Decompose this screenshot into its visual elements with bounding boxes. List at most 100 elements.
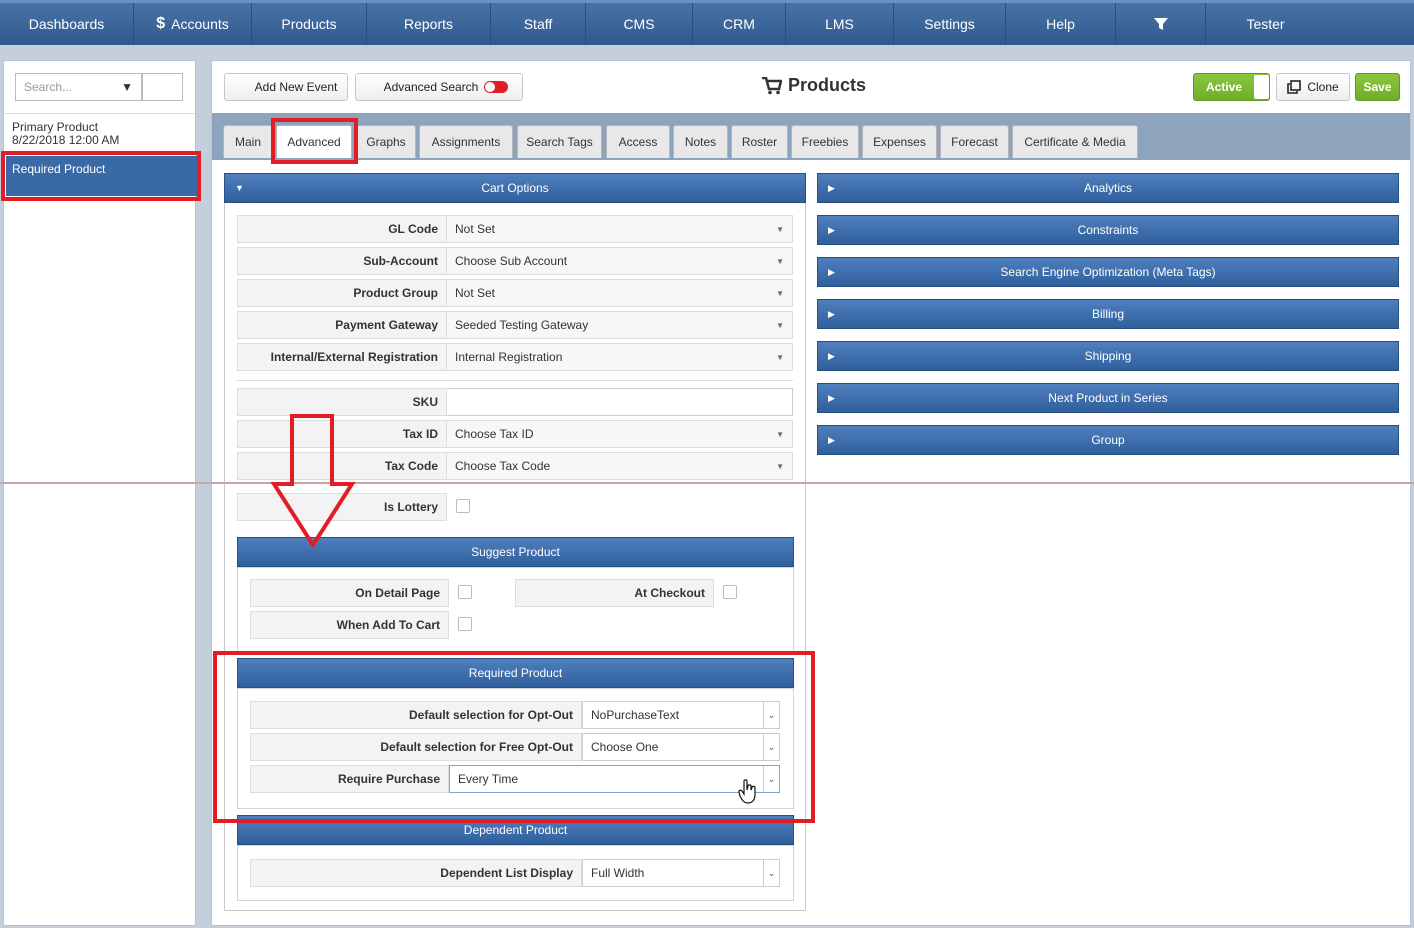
divider bbox=[237, 380, 793, 381]
next-product-header[interactable]: ▶ Next Product in Series bbox=[817, 383, 1399, 413]
cart-options-header[interactable]: ▼ Cart Options bbox=[224, 173, 806, 203]
caret-down-icon[interactable]: ▼ bbox=[121, 80, 133, 94]
select-value: Full Width bbox=[591, 866, 645, 880]
sub-account-select[interactable]: Choose Sub Account ▼ bbox=[447, 247, 793, 275]
lottery-checkbox[interactable] bbox=[456, 499, 470, 513]
tab-notes[interactable]: Notes bbox=[673, 125, 728, 158]
hand-cursor-icon bbox=[738, 779, 756, 804]
filter-button[interactable] bbox=[1116, 3, 1206, 45]
nav-settings[interactable]: Settings bbox=[894, 3, 1006, 45]
caret-right-icon: ▶ bbox=[828, 182, 835, 193]
tab-graphs[interactable]: Graphs bbox=[356, 125, 416, 158]
section-title: Analytics bbox=[1083, 181, 1133, 195]
nav-reports[interactable]: Reports bbox=[367, 3, 491, 45]
field-gl-code: GL Code Not Set ▼ bbox=[237, 215, 793, 243]
screenshot-seam-line bbox=[0, 482, 1414, 484]
select-value: Choose Tax ID bbox=[455, 427, 534, 441]
button-label: Add New Event bbox=[254, 80, 338, 94]
active-toggle[interactable]: Active bbox=[1193, 73, 1270, 101]
nav-cms[interactable]: CMS bbox=[586, 3, 693, 45]
tab-label: Notes bbox=[684, 135, 717, 149]
require-purchase-select[interactable]: Every Time ⌄ bbox=[449, 765, 780, 793]
group-header[interactable]: ▶ Group bbox=[817, 425, 1399, 455]
top-nav: Dashboards $ Accounts Products Reports St… bbox=[0, 0, 1414, 45]
search-button[interactable] bbox=[142, 73, 183, 101]
clone-icon bbox=[1287, 80, 1302, 94]
nav-accounts[interactable]: $ Accounts bbox=[134, 3, 252, 45]
select-value: Every Time bbox=[458, 772, 519, 786]
toggle-switch[interactable] bbox=[484, 81, 509, 93]
nav-products[interactable]: Products bbox=[252, 3, 367, 45]
optout-select[interactable]: NoPurchaseText ⌄ bbox=[582, 701, 780, 729]
tab-expenses[interactable]: Expenses bbox=[862, 125, 937, 158]
save-button[interactable]: Save bbox=[1355, 73, 1400, 101]
list-item-primary-product[interactable]: Primary Product 8/22/2018 12:00 AM bbox=[12, 121, 119, 147]
nav-help[interactable]: Help bbox=[1006, 3, 1116, 45]
seo-header[interactable]: ▶ Search Engine Optimization (Meta Tags) bbox=[817, 257, 1399, 287]
field-require-purchase: Require Purchase Every Time ⌄ bbox=[250, 765, 780, 793]
shipping-header[interactable]: ▶ Shipping bbox=[817, 341, 1399, 371]
dropdown-arrow-icon: ▼ bbox=[776, 288, 784, 298]
tab-search-tags[interactable]: Search Tags bbox=[517, 125, 602, 158]
nav-lms[interactable]: LMS bbox=[786, 3, 894, 45]
tab-main[interactable]: Main bbox=[223, 125, 273, 158]
sidebar-search-row: Search... ▼ bbox=[15, 73, 183, 101]
field-label: Default selection for Opt-Out bbox=[250, 701, 582, 729]
analytics-header[interactable]: ▶ Analytics bbox=[817, 173, 1399, 203]
caret-right-icon: ▶ bbox=[828, 308, 835, 319]
page-title: Products bbox=[762, 75, 866, 96]
nav-crm[interactable]: CRM bbox=[693, 3, 786, 45]
clone-button[interactable]: Clone bbox=[1276, 73, 1350, 101]
chevron-down-icon: ⌄ bbox=[763, 766, 779, 792]
select-value: Not Set bbox=[455, 222, 496, 236]
tab-access[interactable]: Access bbox=[606, 125, 670, 158]
add-event-button[interactable]: Add New Event bbox=[224, 73, 348, 101]
cart-icon bbox=[762, 76, 782, 94]
nav-staff[interactable]: Staff bbox=[491, 3, 586, 45]
tab-freebies[interactable]: Freebies bbox=[791, 125, 859, 158]
dropdown-arrow-icon: ▼ bbox=[776, 429, 784, 439]
free-optout-select[interactable]: Choose One ⌄ bbox=[582, 733, 780, 761]
field-label: Internal/External Registration bbox=[237, 343, 447, 371]
field-label: At Checkout bbox=[515, 579, 714, 607]
field-label: Product Group bbox=[237, 279, 447, 307]
list-item-required-product[interactable]: Required Product bbox=[6, 156, 198, 196]
advanced-search-button[interactable]: Advanced Search bbox=[355, 73, 523, 101]
tab-assignments[interactable]: Assignments bbox=[419, 125, 513, 158]
field-label: Sub-Account bbox=[237, 247, 447, 275]
tax-id-select[interactable]: Choose Tax ID ▼ bbox=[447, 420, 793, 448]
detail-page-checkbox[interactable] bbox=[458, 585, 472, 599]
field-label: On Detail Page bbox=[250, 579, 449, 607]
search-input[interactable]: Search... ▼ bbox=[15, 73, 142, 101]
tab-advanced[interactable]: Advanced bbox=[276, 125, 352, 158]
billing-header[interactable]: ▶ Billing bbox=[817, 299, 1399, 329]
tab-forecast[interactable]: Forecast bbox=[940, 125, 1009, 158]
tab-certificate-media[interactable]: Certificate & Media bbox=[1012, 125, 1138, 158]
gl-code-select[interactable]: Not Set ▼ bbox=[447, 215, 793, 243]
nav-label: Accounts bbox=[171, 16, 229, 32]
registration-select[interactable]: Internal Registration ▼ bbox=[447, 343, 793, 371]
tab-label: Advanced bbox=[287, 135, 341, 149]
add-to-cart-checkbox[interactable] bbox=[458, 617, 472, 631]
tax-code-select[interactable]: Choose Tax Code ▼ bbox=[447, 452, 793, 480]
field-product-group: Product Group Not Set ▼ bbox=[237, 279, 793, 307]
field-label: GL Code bbox=[237, 215, 447, 243]
dropdown-arrow-icon: ▼ bbox=[776, 224, 784, 234]
sku-input[interactable] bbox=[447, 388, 793, 416]
dependent-display-select[interactable]: Full Width ⌄ bbox=[582, 859, 780, 887]
filter-icon bbox=[1153, 18, 1168, 30]
tab-label: Search Tags bbox=[526, 135, 593, 149]
dollar-icon: $ bbox=[156, 15, 166, 32]
constraints-header[interactable]: ▶ Constraints bbox=[817, 215, 1399, 245]
tab-label: Freebies bbox=[801, 135, 849, 149]
dependent-product-header: Dependent Product bbox=[237, 815, 794, 845]
checkout-checkbox[interactable] bbox=[723, 585, 737, 599]
caret-right-icon: ▶ bbox=[828, 434, 835, 445]
section-title: Shipping bbox=[1084, 349, 1132, 363]
payment-gateway-select[interactable]: Seeded Testing Gateway ▼ bbox=[447, 311, 793, 339]
product-group-select[interactable]: Not Set ▼ bbox=[447, 279, 793, 307]
field-payment-gateway: Payment Gateway Seeded Testing Gateway ▼ bbox=[237, 311, 793, 339]
user-menu[interactable]: Tester bbox=[1206, 3, 1325, 45]
tab-roster[interactable]: Roster bbox=[731, 125, 788, 158]
nav-dashboards[interactable]: Dashboards bbox=[0, 3, 134, 45]
